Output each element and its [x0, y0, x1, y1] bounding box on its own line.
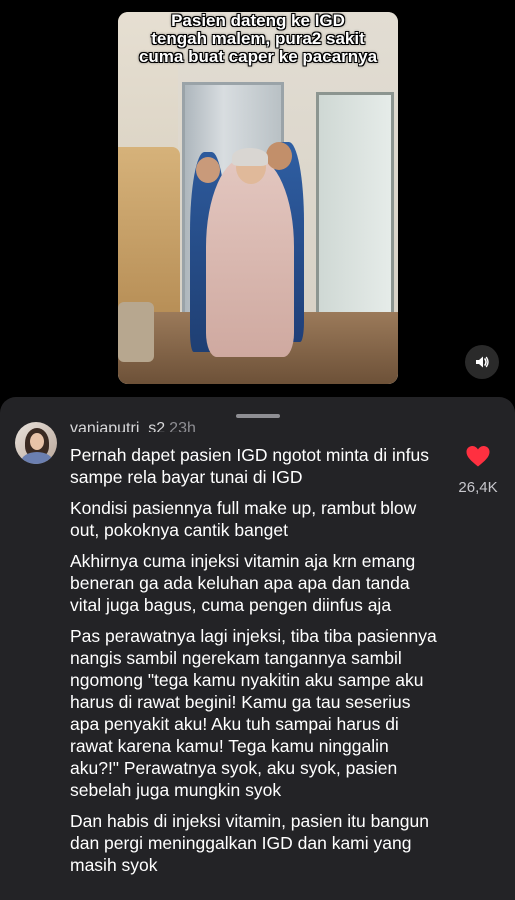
sound-toggle-button[interactable]: [465, 345, 499, 379]
sheet-drag-handle[interactable]: [236, 414, 280, 418]
heart-icon[interactable]: [465, 445, 491, 467]
speaker-icon: [476, 356, 489, 368]
comments-sheet: vaniaputri_s2 23h Pernah dapet pasien IGD…: [0, 397, 515, 900]
comment-paragraph: Kondisi pasiennya full make up, rambut b…: [70, 498, 417, 540]
comment-header: vaniaputri_s2 23h: [70, 418, 196, 432]
avatar[interactable]: [15, 422, 57, 464]
video-caption: Pasien dateng ke IGD tengah malem, pura2…: [118, 12, 398, 66]
comment-time: 23h: [169, 420, 196, 432]
comment-paragraph: Pas perawatnya lagi injeksi, tiba tiba p…: [70, 626, 437, 800]
caption-line: Pasien dateng ke IGD: [171, 12, 345, 30]
comment-paragraph: Akhirnya cuma injeksi vitamin aja krn em…: [70, 551, 416, 615]
comment-username[interactable]: vaniaputri_s2: [70, 420, 165, 432]
caption-line: tengah malem, pura2 sakit: [151, 29, 365, 48]
video-frame: [118, 12, 398, 384]
comment-paragraph: Pernah dapet pasien IGD ngotot minta di …: [70, 445, 429, 487]
caption-line: cuma buat caper ke pacarnya: [138, 47, 378, 66]
comment-text: Pernah dapet pasien IGD ngotot minta di …: [70, 444, 442, 885]
video-area: Pasien dateng ke IGD tengah malem, pura2…: [0, 0, 515, 400]
video-player[interactable]: Pasien dateng ke IGD tengah malem, pura2…: [118, 12, 398, 384]
like-count: 26,4K: [458, 479, 498, 496]
comment-paragraph: Dan habis di injeksi vitamin, pasien itu…: [70, 811, 429, 875]
